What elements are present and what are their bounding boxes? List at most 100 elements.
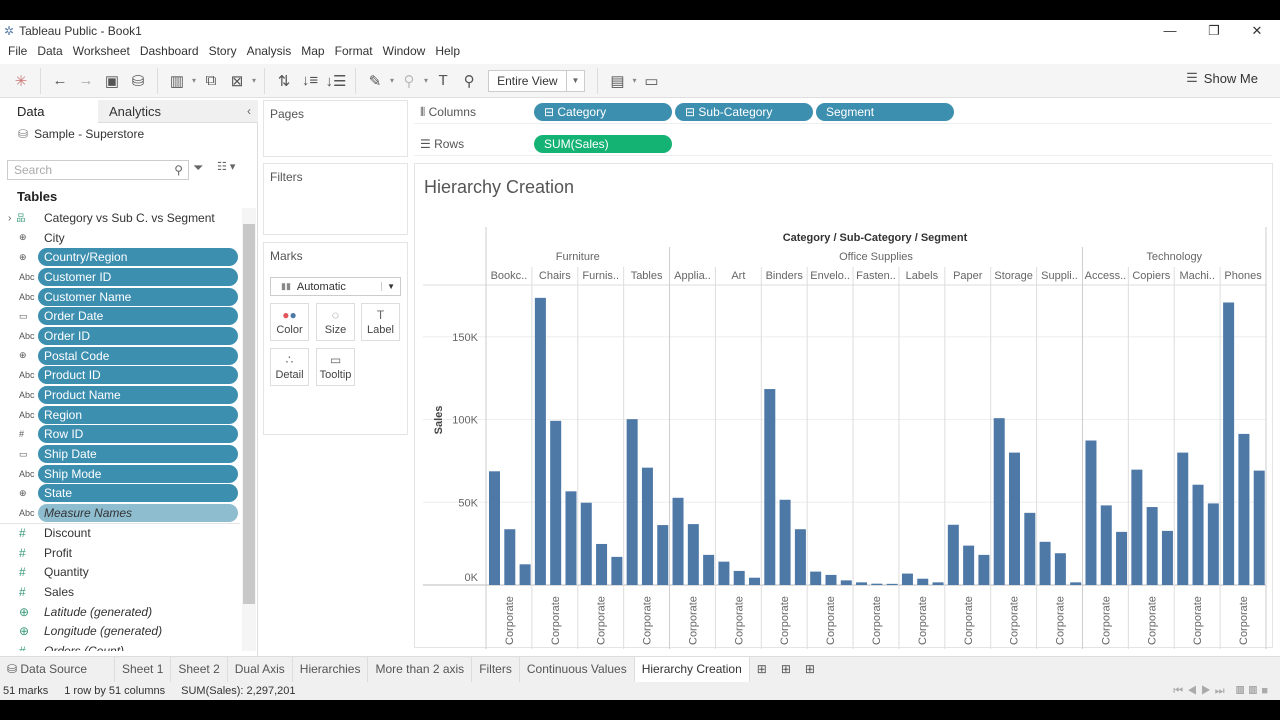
- bar[interactable]: [1161, 530, 1173, 585]
- sheet-tab[interactable]: Hierarchies: [293, 657, 369, 682]
- bar[interactable]: [718, 561, 730, 585]
- bar[interactable]: [703, 554, 715, 585]
- field-item[interactable]: # Quantity: [0, 562, 240, 582]
- field-item[interactable]: Abc Product Name: [0, 385, 240, 405]
- pages-card[interactable]: Pages: [263, 100, 408, 157]
- bar[interactable]: [565, 491, 577, 585]
- bar[interactable]: [1253, 470, 1265, 585]
- field-item[interactable]: ⊕ Country/Region: [0, 247, 240, 267]
- bar[interactable]: [840, 580, 852, 585]
- field-item[interactable]: Abc Customer ID: [0, 267, 240, 287]
- collapse-icon[interactable]: ⊟: [685, 105, 698, 119]
- field-item[interactable]: ⊕ Latitude (generated): [0, 602, 240, 622]
- bar[interactable]: [932, 582, 944, 585]
- new-datasource-icon[interactable]: ⛁: [125, 68, 151, 94]
- column-pill[interactable]: Segment: [816, 103, 954, 121]
- bar[interactable]: [886, 583, 898, 585]
- field-item[interactable]: ▭ Ship Date: [0, 444, 240, 464]
- field-item[interactable]: Abc Ship Mode: [0, 464, 240, 484]
- search-input[interactable]: Search ⚲: [7, 160, 189, 180]
- bar[interactable]: [1009, 452, 1021, 585]
- menu-window[interactable]: Window: [379, 42, 432, 60]
- field-item[interactable]: Abc Customer Name: [0, 287, 240, 307]
- bar[interactable]: [1116, 531, 1128, 585]
- new-story-icon[interactable]: ⊞: [798, 657, 822, 682]
- column-pill[interactable]: ⊟ Category: [534, 103, 672, 121]
- new-worksheet-icon[interactable]: ▥: [164, 68, 190, 94]
- bar[interactable]: [963, 545, 975, 585]
- bar[interactable]: [519, 564, 531, 585]
- redo-icon[interactable]: →: [73, 68, 99, 94]
- menu-dashboard[interactable]: Dashboard: [136, 42, 205, 60]
- field-item[interactable]: Abc Region: [0, 405, 240, 425]
- tableau-home-icon[interactable]: ✳: [8, 68, 34, 94]
- color-button[interactable]: ●● Color: [270, 303, 309, 341]
- bar[interactable]: [856, 582, 868, 585]
- field-item[interactable]: # Orders (Count): [0, 641, 240, 651]
- sort-descending-icon[interactable]: ↓☰: [323, 68, 349, 94]
- menu-data[interactable]: Data: [33, 42, 68, 60]
- column-pill[interactable]: ⊟ Sub-Category: [675, 103, 813, 121]
- field-item[interactable]: ⊕ Longitude (generated): [0, 621, 240, 641]
- bar[interactable]: [626, 419, 638, 585]
- restore-button[interactable]: ❐: [1194, 20, 1234, 42]
- bar[interactable]: [978, 554, 990, 585]
- group-icon[interactable]: ⚲: [396, 68, 422, 94]
- tab-data[interactable]: Data: [0, 100, 98, 123]
- bar[interactable]: [901, 573, 913, 585]
- bar[interactable]: [641, 467, 653, 585]
- bar[interactable]: [489, 471, 500, 585]
- bar[interactable]: [1085, 440, 1097, 585]
- bar[interactable]: [1146, 507, 1158, 585]
- clear-sheet-icon[interactable]: ⊠: [224, 68, 250, 94]
- filters-card[interactable]: Filters: [263, 163, 408, 235]
- bar[interactable]: [596, 543, 608, 585]
- view-options-icon[interactable]: ☷ ▾: [217, 160, 235, 173]
- bar[interactable]: [917, 578, 929, 585]
- bar[interactable]: [871, 583, 883, 585]
- field-item[interactable]: Abc Product ID: [0, 366, 240, 386]
- bar[interactable]: [1024, 512, 1036, 585]
- bar[interactable]: [1207, 503, 1219, 585]
- fit-dropdown[interactable]: Entire View ▼: [488, 69, 586, 92]
- show-labels-icon[interactable]: T: [430, 68, 456, 94]
- bar[interactable]: [657, 525, 669, 585]
- field-item[interactable]: ⊕ State: [0, 484, 240, 504]
- presentation-icon[interactable]: ▭: [638, 68, 664, 94]
- menu-worksheet[interactable]: Worksheet: [69, 42, 136, 60]
- tooltip-button[interactable]: ▭ Tooltip: [316, 348, 355, 386]
- row-pill[interactable]: SUM(Sales): [534, 135, 672, 153]
- collapse-icon[interactable]: ⊟: [544, 105, 557, 119]
- duplicate-sheet-icon[interactable]: ⧉: [198, 68, 224, 94]
- bar[interactable]: [580, 502, 592, 585]
- bar[interactable]: [993, 418, 1005, 585]
- menu-map[interactable]: Map: [297, 42, 330, 60]
- bar[interactable]: [1238, 433, 1250, 585]
- pin-icon[interactable]: ⚲: [456, 68, 482, 94]
- tab-analytics[interactable]: Analytics: [98, 100, 258, 123]
- bar[interactable]: [794, 529, 806, 585]
- mark-type-dropdown[interactable]: ▮▮ Automatic ▼: [270, 277, 401, 296]
- highlight-icon[interactable]: ✎: [362, 68, 388, 94]
- field-item[interactable]: › 品 Category vs Sub C. vs Segment: [0, 208, 240, 228]
- scroll-thumb[interactable]: [243, 224, 255, 604]
- show-cards-icon[interactable]: ▤: [604, 68, 630, 94]
- bar[interactable]: [1039, 541, 1051, 585]
- swap-icon[interactable]: ⇅: [271, 68, 297, 94]
- bar[interactable]: [611, 556, 623, 585]
- columns-shelf[interactable]: ⦀ Columns ⊟ Category ⊟ Sub-Category Segment: [414, 100, 1272, 124]
- menu-format[interactable]: Format: [331, 42, 379, 60]
- bar[interactable]: [1192, 484, 1204, 585]
- field-list-scrollbar[interactable]: [242, 208, 256, 651]
- sheet-tab[interactable]: Sheet 2: [171, 657, 228, 682]
- bar[interactable]: [1131, 469, 1143, 585]
- bar[interactable]: [1070, 582, 1082, 585]
- bar[interactable]: [1177, 452, 1189, 585]
- tab-data-source[interactable]: ⛁ Data Source: [0, 657, 115, 682]
- worksheet-view[interactable]: Hierarchy Creation 0K 50K 100K 150K Sales Cat…: [414, 163, 1273, 649]
- field-item[interactable]: ⊕ City: [0, 228, 240, 248]
- sheet-tab[interactable]: Hierarchy Creation: [634, 657, 750, 682]
- collapse-pane-icon[interactable]: ‹: [247, 100, 251, 123]
- show-me-button[interactable]: ☰ Show Me: [1186, 70, 1258, 86]
- field-item[interactable]: # Profit: [0, 543, 240, 563]
